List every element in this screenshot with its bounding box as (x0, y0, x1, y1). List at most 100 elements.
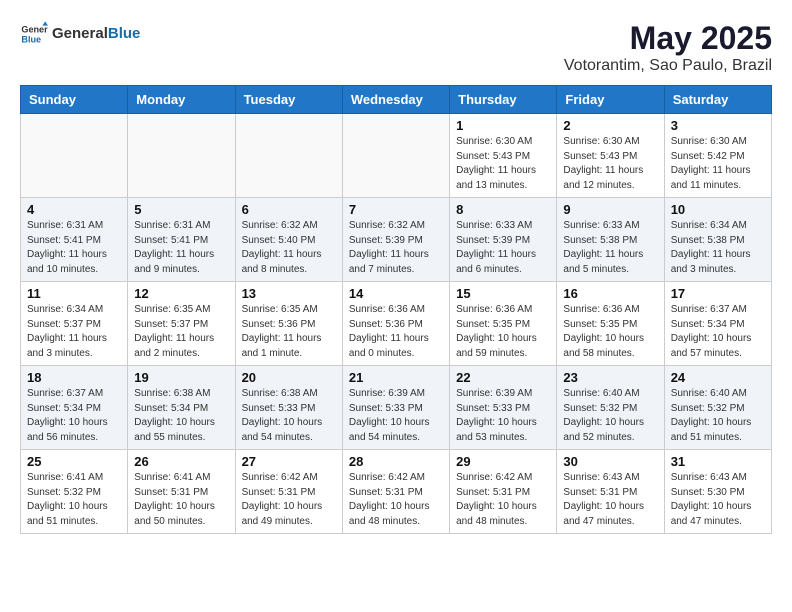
day-info: Sunrise: 6:38 AMSunset: 5:34 PMDaylight:… (134, 387, 228, 445)
day-number: 21 (349, 370, 443, 385)
day-number: 19 (134, 370, 228, 385)
calendar-day-cell: 29Sunrise: 6:42 AMSunset: 5:31 PMDayligh… (450, 450, 557, 534)
day-number: 17 (671, 286, 765, 301)
day-info: Sunrise: 6:43 AMSunset: 5:31 PMDaylight:… (563, 471, 657, 529)
weekday-header-row: SundayMondayTuesdayWednesdayThursdayFrid… (21, 86, 772, 114)
day-info: Sunrise: 6:33 AMSunset: 5:38 PMDaylight:… (563, 219, 657, 277)
weekday-header-monday: Monday (128, 86, 235, 114)
svg-text:Blue: Blue (21, 34, 41, 44)
day-info: Sunrise: 6:36 AMSunset: 5:36 PMDaylight:… (349, 303, 443, 361)
day-info: Sunrise: 6:32 AMSunset: 5:40 PMDaylight:… (242, 219, 336, 277)
calendar-day-cell: 27 Sunrise: 6:42 AMSunset: 5:31 PMDayligh… (235, 450, 342, 534)
day-info: Sunrise: 6:32 AMSunset: 5:39 PMDaylight:… (349, 219, 443, 277)
day-number: 31 (671, 454, 765, 469)
calendar-table: SundayMondayTuesdayWednesdayThursdayFrid… (20, 85, 772, 534)
day-info: Sunrise: 6:30 AMSunset: 5:42 PMDaylight:… (671, 135, 765, 193)
calendar-day-cell: 17 Sunrise: 6:37 AMSunset: 5:34 PMDayligh… (664, 282, 771, 366)
day-info: Sunrise: 6:38 AMSunset: 5:33 PMDaylight:… (242, 387, 336, 445)
day-number: 24 (671, 370, 765, 385)
day-info: Sunrise: 6:39 AMSunset: 5:33 PMDaylight:… (349, 387, 443, 445)
day-info: Sunrise: 6:40 AMSunset: 5:32 PMDaylight:… (563, 387, 657, 445)
day-number: 9 (563, 202, 657, 217)
page-subtitle: Votorantim, Sao Paulo, Brazil (564, 57, 772, 75)
day-number: 3 (671, 118, 765, 133)
calendar-day-cell (21, 114, 128, 198)
day-number: 13 (242, 286, 336, 301)
day-number: 27 (242, 454, 336, 469)
day-number: 6 (242, 202, 336, 217)
day-number: 28 (349, 454, 443, 469)
calendar-day-cell: 13 Sunrise: 6:35 AMSunset: 5:36 PMDayligh… (235, 282, 342, 366)
day-number: 11 (27, 286, 121, 301)
title-area: May 2025 Votorantim, Sao Paulo, Brazil (564, 20, 772, 75)
day-number: 8 (456, 202, 550, 217)
weekday-header-friday: Friday (557, 86, 664, 114)
calendar-day-cell: 16Sunrise: 6:36 AMSunset: 5:35 PMDayligh… (557, 282, 664, 366)
day-number: 7 (349, 202, 443, 217)
day-number: 1 (456, 118, 550, 133)
logo-general: General (52, 25, 108, 42)
calendar-day-cell: 31Sunrise: 6:43 AMSunset: 5:30 PMDayligh… (664, 450, 771, 534)
day-info: Sunrise: 6:35 AMSunset: 5:37 PMDaylight:… (134, 303, 228, 361)
day-number: 22 (456, 370, 550, 385)
day-number: 12 (134, 286, 228, 301)
day-info: Sunrise: 6:31 AMSunset: 5:41 PMDaylight:… (27, 219, 121, 277)
day-number: 29 (456, 454, 550, 469)
calendar-day-cell: 23 Sunrise: 6:40 AMSunset: 5:32 PMDayligh… (557, 366, 664, 450)
calendar-day-cell (128, 114, 235, 198)
day-number: 23 (563, 370, 657, 385)
logo-blue: Blue (108, 25, 141, 42)
header: General Blue GeneralBlue May 2025 Votora… (20, 20, 772, 75)
calendar-day-cell: 8 Sunrise: 6:33 AMSunset: 5:39 PMDaylight… (450, 198, 557, 282)
calendar-week-row: 4 Sunrise: 6:31 AMSunset: 5:41 PMDaylight… (21, 198, 772, 282)
calendar-day-cell (342, 114, 449, 198)
calendar-day-cell: 18Sunrise: 6:37 AMSunset: 5:34 PMDayligh… (21, 366, 128, 450)
day-number: 14 (349, 286, 443, 301)
day-info: Sunrise: 6:35 AMSunset: 5:36 PMDaylight:… (242, 303, 336, 361)
day-number: 2 (563, 118, 657, 133)
calendar-day-cell: 28 Sunrise: 6:42 AMSunset: 5:31 PMDayligh… (342, 450, 449, 534)
day-info: Sunrise: 6:41 AMSunset: 5:31 PMDaylight:… (134, 471, 228, 529)
calendar-day-cell: 4 Sunrise: 6:31 AMSunset: 5:41 PMDaylight… (21, 198, 128, 282)
calendar-day-cell: 11 Sunrise: 6:34 AMSunset: 5:37 PMDayligh… (21, 282, 128, 366)
calendar-day-cell (235, 114, 342, 198)
calendar-day-cell: 22 Sunrise: 6:39 AMSunset: 5:33 PMDayligh… (450, 366, 557, 450)
calendar-day-cell: 25 Sunrise: 6:41 AMSunset: 5:32 PMDayligh… (21, 450, 128, 534)
calendar-day-cell: 7 Sunrise: 6:32 AMSunset: 5:39 PMDaylight… (342, 198, 449, 282)
logo-icon: General Blue (20, 20, 48, 48)
calendar-day-cell: 15Sunrise: 6:36 AMSunset: 5:35 PMDayligh… (450, 282, 557, 366)
day-number: 20 (242, 370, 336, 385)
calendar-day-cell: 9 Sunrise: 6:33 AMSunset: 5:38 PMDaylight… (557, 198, 664, 282)
calendar-week-row: 1 Sunrise: 6:30 AMSunset: 5:43 PMDaylight… (21, 114, 772, 198)
day-number: 4 (27, 202, 121, 217)
weekday-header-saturday: Saturday (664, 86, 771, 114)
calendar-day-cell: 19 Sunrise: 6:38 AMSunset: 5:34 PMDayligh… (128, 366, 235, 450)
calendar-day-cell: 5Sunrise: 6:31 AMSunset: 5:41 PMDaylight… (128, 198, 235, 282)
day-info: Sunrise: 6:42 AMSunset: 5:31 PMDaylight:… (349, 471, 443, 529)
day-info: Sunrise: 6:34 AMSunset: 5:38 PMDaylight:… (671, 219, 765, 277)
day-number: 10 (671, 202, 765, 217)
day-number: 16 (563, 286, 657, 301)
calendar-day-cell: 14 Sunrise: 6:36 AMSunset: 5:36 PMDayligh… (342, 282, 449, 366)
day-info: Sunrise: 6:34 AMSunset: 5:37 PMDaylight:… (27, 303, 121, 361)
weekday-header-wednesday: Wednesday (342, 86, 449, 114)
weekday-header-tuesday: Tuesday (235, 86, 342, 114)
day-info: Sunrise: 6:31 AMSunset: 5:41 PMDaylight:… (134, 219, 228, 277)
calendar-day-cell: 1 Sunrise: 6:30 AMSunset: 5:43 PMDaylight… (450, 114, 557, 198)
day-number: 25 (27, 454, 121, 469)
calendar-day-cell: 26Sunrise: 6:41 AMSunset: 5:31 PMDayligh… (128, 450, 235, 534)
calendar-day-cell: 21 Sunrise: 6:39 AMSunset: 5:33 PMDayligh… (342, 366, 449, 450)
day-info: Sunrise: 6:39 AMSunset: 5:33 PMDaylight:… (456, 387, 550, 445)
calendar-week-row: 11 Sunrise: 6:34 AMSunset: 5:37 PMDayligh… (21, 282, 772, 366)
weekday-header-sunday: Sunday (21, 86, 128, 114)
day-info: Sunrise: 6:36 AMSunset: 5:35 PMDaylight:… (456, 303, 550, 361)
calendar-week-row: 25 Sunrise: 6:41 AMSunset: 5:32 PMDayligh… (21, 450, 772, 534)
day-info: Sunrise: 6:41 AMSunset: 5:32 PMDaylight:… (27, 471, 121, 529)
day-info: Sunrise: 6:37 AMSunset: 5:34 PMDaylight:… (671, 303, 765, 361)
day-info: Sunrise: 6:33 AMSunset: 5:39 PMDaylight:… (456, 219, 550, 277)
day-info: Sunrise: 6:42 AMSunset: 5:31 PMDaylight:… (242, 471, 336, 529)
day-info: Sunrise: 6:30 AMSunset: 5:43 PMDaylight:… (456, 135, 550, 193)
day-info: Sunrise: 6:40 AMSunset: 5:32 PMDaylight:… (671, 387, 765, 445)
calendar-day-cell: 3 Sunrise: 6:30 AMSunset: 5:42 PMDaylight… (664, 114, 771, 198)
calendar-day-cell: 24 Sunrise: 6:40 AMSunset: 5:32 PMDayligh… (664, 366, 771, 450)
